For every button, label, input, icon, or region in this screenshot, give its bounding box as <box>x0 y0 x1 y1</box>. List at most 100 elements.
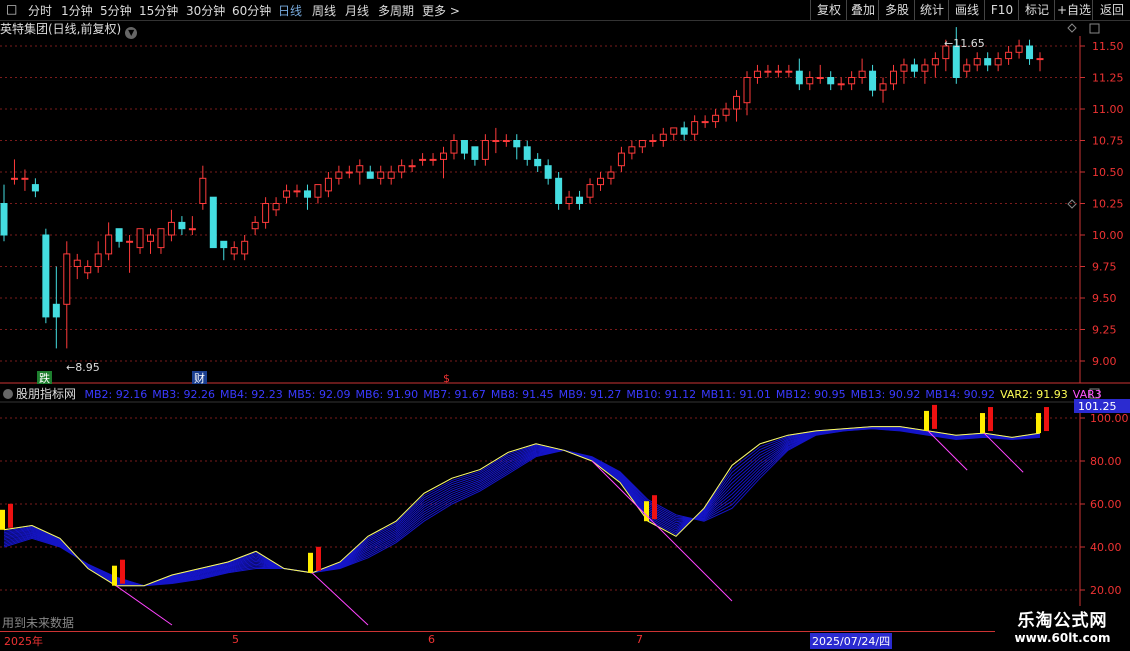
candle-body <box>900 64 908 72</box>
fuquan-button[interactable]: 复权 <box>810 0 847 20</box>
chevron-down-icon[interactable] <box>3 389 13 399</box>
event-badge-die[interactable]: 跌 <box>39 371 50 385</box>
period-tab-more[interactable]: 更多 > <box>422 2 460 19</box>
mb-ribbon-line <box>3 426 1041 587</box>
candle-body <box>230 247 238 255</box>
sell-signal-bar <box>988 407 993 432</box>
candle-body <box>816 77 824 79</box>
mb-ribbon-line <box>3 426 1041 587</box>
price-tick-label: 10.50 <box>1092 166 1124 179</box>
candle-body <box>251 221 259 230</box>
mb-ribbon-line <box>3 427 1041 587</box>
candle-body <box>670 127 678 135</box>
diamond-icon[interactable] <box>1067 199 1077 209</box>
candle-body <box>889 70 897 85</box>
square-icon[interactable]: □ <box>6 2 17 16</box>
candle-body <box>440 152 448 160</box>
candle-body <box>377 171 385 179</box>
buy-signal-bar <box>644 501 649 522</box>
add-watchlist-button[interactable]: +自选 <box>1054 0 1093 20</box>
watermark: 乐淘公式网 www.60lt.com <box>995 606 1130 650</box>
candle-body <box>806 77 814 85</box>
candle-body <box>931 58 939 66</box>
candle-body <box>523 146 531 160</box>
candle-body <box>576 196 584 204</box>
period-tab-30min[interactable]: 30分钟 <box>186 2 225 19</box>
candle-body <box>136 228 144 249</box>
mb-ribbon-line <box>3 427 1041 587</box>
var3-line <box>927 430 968 471</box>
f10-button[interactable]: F10 <box>984 0 1019 20</box>
mark-button[interactable]: 标记 <box>1018 0 1055 20</box>
candle-body <box>701 121 709 124</box>
back-button[interactable]: 返回 <box>1092 0 1130 20</box>
chevron-down-icon[interactable]: ▼ <box>125 27 138 39</box>
multi-stock-button[interactable]: 多股 <box>878 0 915 20</box>
candle-body <box>1036 58 1044 61</box>
candle-body <box>596 177 604 186</box>
candle-body <box>753 70 761 78</box>
mb-ribbon-line <box>3 426 1041 587</box>
mb-ribbon-line <box>3 426 1041 587</box>
candle-body <box>272 203 280 211</box>
indicator-tick-label: 40.00 <box>1090 541 1122 554</box>
candle-body <box>450 140 458 154</box>
period-tab-5min[interactable]: 5分钟 <box>100 2 132 19</box>
indicator-value: MB9: 91.27 <box>558 388 622 401</box>
candle-body <box>628 146 636 154</box>
var3-line <box>983 432 1024 473</box>
event-badge-bg <box>37 371 52 384</box>
candle-body <box>994 58 1002 66</box>
candle-body <box>910 64 918 72</box>
watermark-title: 乐淘公式网 <box>1017 611 1108 631</box>
candle-body <box>178 221 186 230</box>
mb-ribbon-line <box>3 428 1041 587</box>
candle-body <box>345 171 353 174</box>
candle-body <box>712 114 720 123</box>
candle-body <box>513 140 521 148</box>
period-tab-multi[interactable]: 多周期 <box>378 2 414 19</box>
panel-restore-icon[interactable] <box>1089 23 1100 34</box>
candle-body <box>743 77 751 104</box>
candle-body <box>147 234 155 242</box>
indicator-tick-label: 20.00 <box>1090 584 1122 597</box>
candle-body <box>84 266 92 274</box>
period-tab-60min[interactable]: 60分钟 <box>232 2 271 19</box>
indicator-tick-label: 60.00 <box>1090 498 1122 511</box>
period-tab-15min[interactable]: 15分钟 <box>139 2 178 19</box>
diamond-icon[interactable] <box>1067 23 1077 33</box>
mb-ribbon-line <box>3 428 1041 587</box>
period-tab-weekly[interactable]: 周线 <box>312 2 336 19</box>
price-tick-label: 11.50 <box>1092 40 1124 53</box>
candle-body <box>942 45 950 60</box>
period-tab-1min[interactable]: 1分钟 <box>61 2 93 19</box>
candle-body <box>879 83 887 91</box>
sell-signal-bar <box>652 495 657 520</box>
buy-signal-bar <box>308 552 313 573</box>
indicator-value: MB11: 91.01 <box>701 388 771 401</box>
event-badge-cai[interactable]: 财 <box>194 371 205 385</box>
candle-body <box>869 70 877 91</box>
event-badge-dollar[interactable]: $ <box>443 372 450 385</box>
candle-body <box>335 171 343 179</box>
candle-body <box>241 240 249 255</box>
candle-body <box>262 203 270 223</box>
candle-body <box>963 64 971 72</box>
candle-body <box>544 165 552 179</box>
candle-body <box>607 171 615 179</box>
date-label: 5 <box>232 633 239 646</box>
candle-body <box>680 127 688 135</box>
period-tab-daily[interactable]: 日线 <box>278 2 302 19</box>
overlay-button[interactable]: 叠加 <box>846 0 879 20</box>
candle-body <box>659 133 667 141</box>
period-tab-monthly[interactable]: 月线 <box>345 2 369 19</box>
indicator-value: MB14: 90.92 <box>925 388 996 401</box>
candle-body <box>398 165 406 173</box>
draw-line-button[interactable]: 画线 <box>948 0 985 20</box>
date-label: 6 <box>428 633 435 646</box>
statistics-button[interactable]: 统计 <box>914 0 949 20</box>
candle-body <box>848 77 856 85</box>
candle-body <box>126 240 134 243</box>
var3-line <box>311 572 369 626</box>
period-tab-fenshi[interactable]: 分时 <box>28 2 52 19</box>
